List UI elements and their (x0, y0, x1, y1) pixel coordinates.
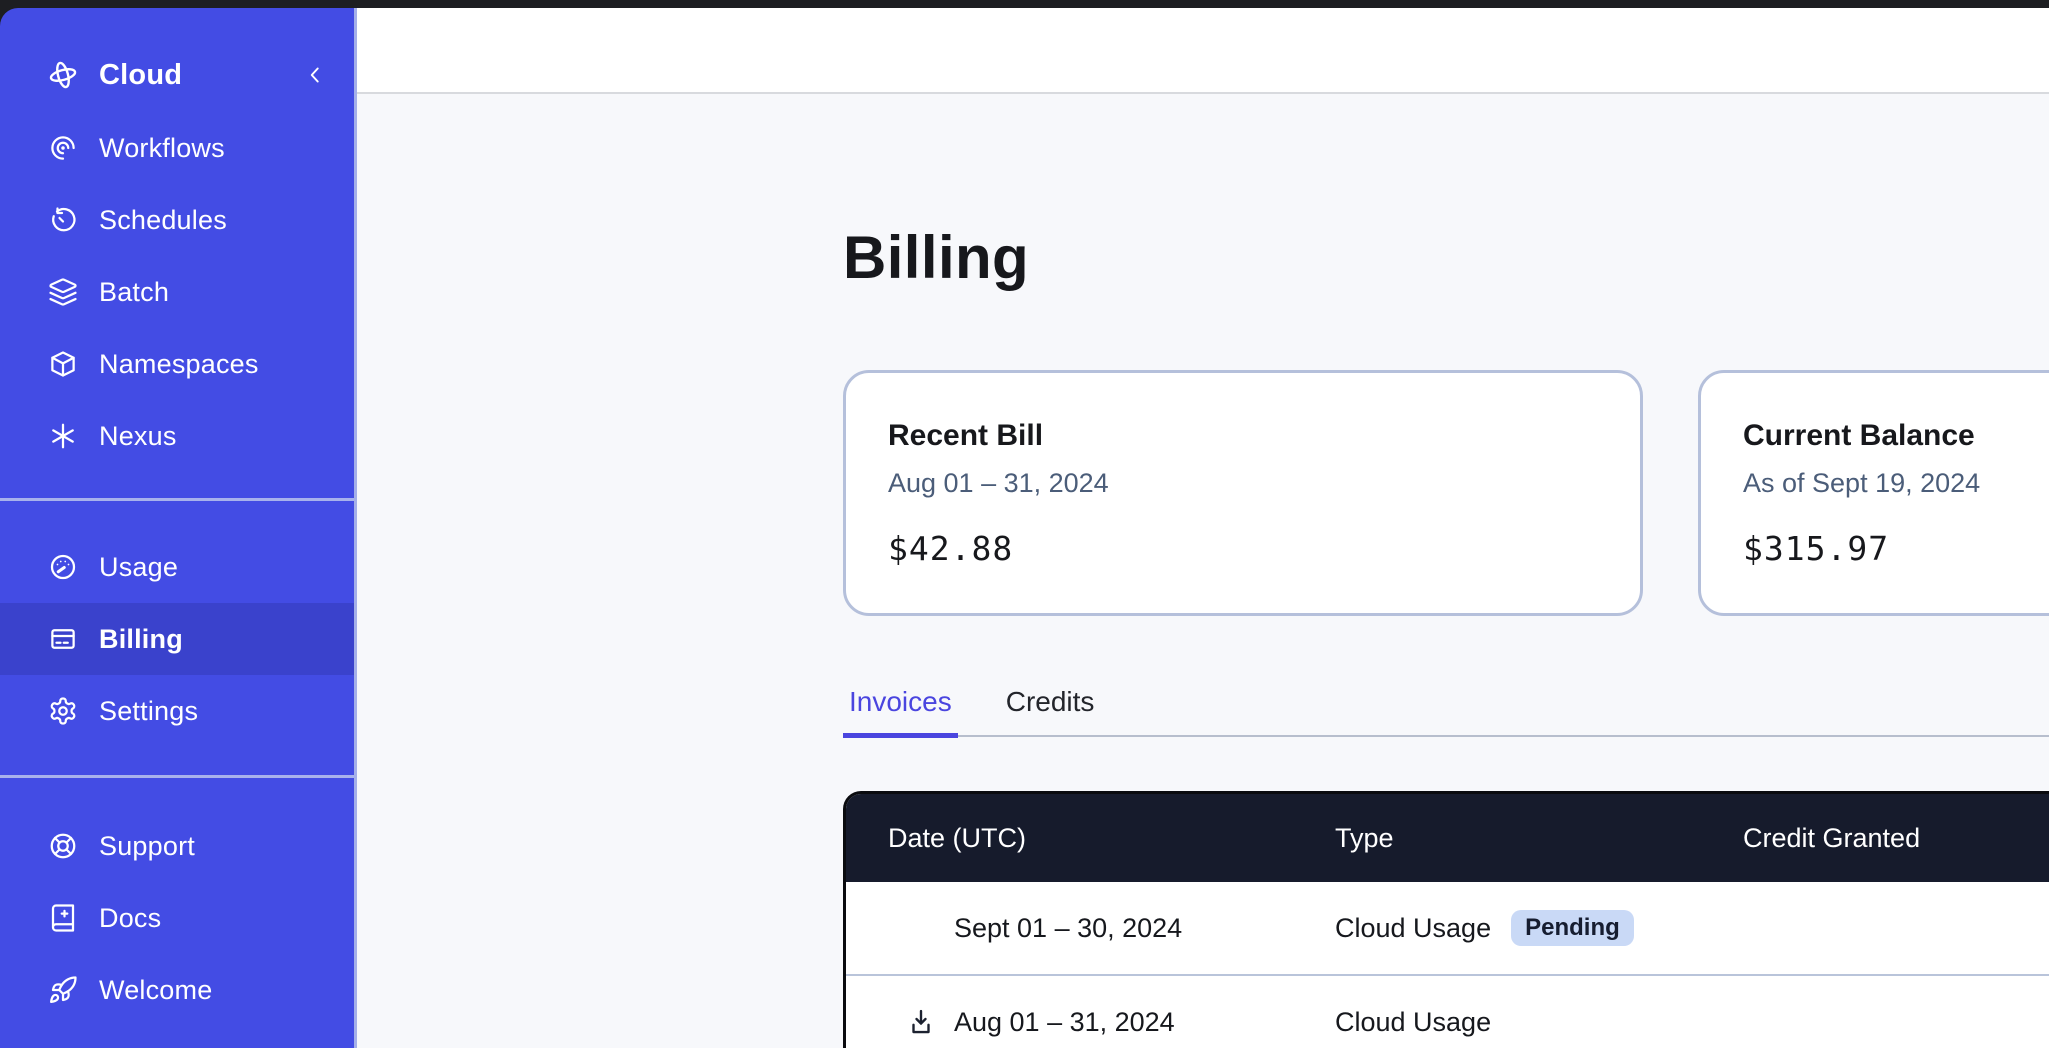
sidebar-item-namespaces[interactable]: Namespaces (0, 328, 354, 400)
sidebar-item-label: Billing (99, 624, 183, 655)
sidebar-divider (0, 498, 354, 501)
billing-tabs: Invoices Credits (843, 686, 2049, 737)
nexus-asterisk-icon (47, 420, 79, 452)
sidebar-collapse-button[interactable] (300, 60, 330, 90)
sidebar-item-label: Usage (99, 552, 178, 583)
app-window: Cloud Workflows (0, 8, 2049, 1048)
invoice-type: Cloud Usage (1335, 913, 1491, 944)
sidebar-item-label: Support (99, 831, 195, 862)
batch-layers-icon (47, 276, 79, 308)
column-header-date: Date (UTC) (846, 823, 1335, 854)
status-badge: Pending (1511, 910, 1634, 946)
sidebar-item-welcome[interactable]: Welcome (0, 954, 354, 1026)
card-subtitle: Aug 01 – 31, 2024 (888, 468, 1598, 499)
column-header-credit-granted: Credit Granted (1743, 823, 2049, 854)
sidebar-item-label: Batch (99, 277, 169, 308)
card-title: Recent Bill (888, 419, 1598, 453)
sidebar-divider (0, 775, 354, 778)
table-row[interactable]: Sept 01 – 30, 2024 Cloud Usage Pending (846, 882, 2049, 974)
download-icon[interactable] (906, 1007, 936, 1037)
column-header-type: Type (1335, 823, 1743, 854)
invoices-table: Date (UTC) Type Credit Granted Sept 01 –… (843, 791, 2049, 1048)
sidebar-item-workflows[interactable]: Workflows (0, 112, 354, 184)
sidebar-item-settings[interactable]: Settings (0, 675, 354, 747)
invoice-date: Aug 01 – 31, 2024 (954, 1007, 1175, 1038)
sidebar-item-label: Workflows (99, 133, 225, 164)
schedules-icon (47, 204, 79, 236)
sidebar-item-usage[interactable]: Usage (0, 531, 354, 603)
current-balance-card: Current Balance As of Sept 19, 2024 $315… (1698, 370, 2049, 616)
sidebar-item-nexus[interactable]: Nexus (0, 400, 354, 472)
table-row[interactable]: Aug 01 – 31, 2024 Cloud Usage (846, 974, 2049, 1048)
sidebar-brand[interactable]: Cloud (0, 38, 354, 112)
temporal-logo-icon (47, 59, 79, 91)
sidebar-item-label: Schedules (99, 205, 227, 236)
sidebar-item-docs[interactable]: Docs (0, 882, 354, 954)
workflows-icon (47, 132, 79, 164)
invoice-date: Sept 01 – 30, 2024 (954, 913, 1182, 944)
brand-label: Cloud (99, 59, 182, 92)
summary-cards: Recent Bill Aug 01 – 31, 2024 $42.88 Cur… (843, 370, 2049, 616)
sidebar-item-support[interactable]: Support (0, 810, 354, 882)
sidebar-item-batch[interactable]: Batch (0, 256, 354, 328)
tab-credits[interactable]: Credits (1000, 686, 1101, 738)
docs-book-icon (47, 902, 79, 934)
sidebar-item-label: Docs (99, 903, 161, 934)
sidebar-item-label: Settings (99, 696, 198, 727)
sidebar-item-billing[interactable]: Billing (0, 603, 354, 675)
sidebar-item-label: Welcome (99, 975, 212, 1006)
support-lifebuoy-icon (47, 830, 79, 862)
card-subtitle: As of Sept 19, 2024 (1743, 468, 2049, 499)
screen: Cloud Workflows (0, 0, 2049, 1048)
download-slot-empty (906, 913, 936, 943)
namespaces-cube-icon (47, 348, 79, 380)
billing-card-icon (47, 623, 79, 655)
settings-gear-icon (47, 695, 79, 727)
main-area: Billing Recent Bill Aug 01 – 31, 2024 $4… (357, 8, 2049, 1048)
welcome-rocket-icon (47, 974, 79, 1006)
invoice-type: Cloud Usage (1335, 1007, 1491, 1038)
recent-bill-card: Recent Bill Aug 01 – 31, 2024 $42.88 (843, 370, 1643, 616)
topbar (357, 8, 2049, 94)
page-title: Billing (843, 228, 2049, 288)
sidebar-item-label: Nexus (99, 421, 177, 452)
usage-gauge-icon (47, 551, 79, 583)
sidebar-item-schedules[interactable]: Schedules (0, 184, 354, 256)
billing-page: Billing Recent Bill Aug 01 – 31, 2024 $4… (357, 94, 2049, 1048)
card-amount: $42.88 (888, 529, 1598, 568)
sidebar-item-label: Namespaces (99, 349, 259, 380)
sidebar: Cloud Workflows (0, 8, 357, 1048)
table-header-row: Date (UTC) Type Credit Granted (846, 794, 2049, 882)
card-amount: $315.97 (1743, 529, 2049, 568)
tab-invoices[interactable]: Invoices (843, 686, 958, 738)
card-title: Current Balance (1743, 419, 2049, 453)
